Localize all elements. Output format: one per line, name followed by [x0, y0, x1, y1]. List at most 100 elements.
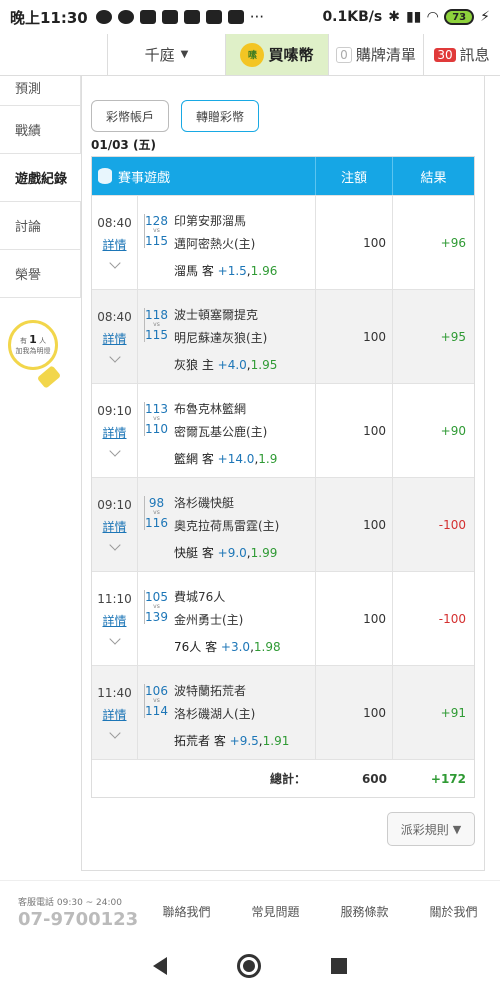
away-team: 印第安那溜馬 — [174, 214, 247, 228]
coin-icon: 嗉 — [240, 42, 265, 67]
network-speed: 0.1KB/s — [322, 9, 383, 25]
details-link[interactable]: 詳情 — [102, 424, 126, 441]
away-score: 98 — [148, 496, 165, 510]
home-team: 金州勇士(主) — [174, 613, 244, 627]
sidebar-item-game-history[interactable]: 遊戲紀錄 — [0, 154, 81, 202]
chevron-down-icon[interactable] — [108, 257, 121, 269]
score-box: 128 vs 115 — [144, 214, 168, 248]
score-box: 113 vs 110 — [144, 402, 168, 436]
messages-label: 訊息 — [459, 46, 490, 64]
row-time-cell: 09:10 詳情 — [92, 384, 138, 477]
pick-team: 溜馬 客 — [174, 264, 214, 278]
caret-down-icon: ▼ — [180, 49, 189, 60]
score-box: 98 vs 116 — [144, 496, 168, 530]
table-rows: 08:40 詳情 128 vs 115 印第安那溜馬 邁阿密熱火(主) 溜馬 客 +1.5,1… — [92, 195, 474, 759]
bulb-count: 1 — [29, 332, 37, 346]
sidebar-item-label: 戰績 — [15, 124, 42, 139]
user-name: 千庭 — [144, 46, 175, 64]
home-score: 116 — [145, 516, 168, 530]
pick-odds: 1.9 — [258, 452, 278, 466]
sidebar-item-discussion[interactable]: 討論 — [0, 202, 81, 250]
bet-pick: 拓荒者 客 +9.5,1.91 — [174, 734, 290, 748]
header-game-label: 賽事遊戲 — [118, 170, 171, 186]
row-bet-cell: 100 — [316, 666, 393, 759]
messages-button[interactable]: 30 訊息 — [424, 34, 500, 75]
teams: 布魯克林籃網 密爾瓦基公鹿(主) — [174, 398, 267, 444]
buy-coins-button[interactable]: 嗉 買嗉幣 — [226, 34, 328, 75]
footer-link-about[interactable]: 關於我們 — [409, 903, 498, 920]
away-team: 洛杉磯快艇 — [174, 496, 235, 510]
game-time: 11:10 — [97, 592, 132, 606]
back-icon[interactable] — [153, 957, 167, 975]
hotline-phone[interactable]: 07-9700123 — [18, 909, 138, 930]
chevron-down-icon[interactable] — [108, 351, 121, 363]
top-bar-spacer — [0, 34, 108, 75]
sidebar-item-label: 遊戲紀錄 — [15, 172, 68, 187]
total-result: +172 — [430, 771, 466, 786]
header-bet: 注額 — [316, 157, 393, 195]
footer-link-terms[interactable]: 服務條款 — [320, 903, 409, 920]
score-box: 105 vs 139 — [144, 590, 168, 624]
details-link[interactable]: 詳情 — [102, 518, 126, 535]
footer-link-faq[interactable]: 常見問題 — [231, 903, 320, 920]
pick-spread: +9.5 — [229, 734, 259, 748]
details-link[interactable]: 詳情 — [102, 612, 126, 629]
user-menu[interactable]: 千庭 ▼ — [108, 34, 226, 75]
tab-coin-account[interactable]: 彩幣帳戶 — [91, 100, 170, 132]
recents-icon[interactable] — [331, 958, 347, 974]
details-link[interactable]: 詳情 — [102, 236, 126, 253]
lightbulb-icon[interactable]: 有 1 人 加我為明燈 — [8, 320, 58, 370]
away-score: 118 — [145, 308, 168, 322]
header-game: 賽事遊戲 — [92, 157, 316, 195]
details-link[interactable]: 詳情 — [102, 330, 126, 347]
pick-team: 76人 客 — [174, 640, 218, 654]
row-bet-cell: 100 — [316, 196, 393, 289]
bet-pick: 籃網 客 +14.0,1.9 — [174, 452, 278, 466]
chevron-down-icon[interactable] — [108, 727, 121, 739]
payout-rules-label: 派彩規則 — [400, 822, 449, 837]
payout-rules-button[interactable]: 派彩規則 ▼ — [387, 812, 475, 846]
home-team: 邁阿密熱火(主) — [174, 237, 256, 251]
caret-down-icon: ▼ — [452, 822, 462, 836]
bulb-text: 加我為明燈 — [15, 346, 51, 355]
table-row: 08:40 詳情 128 vs 115 印第安那溜馬 邁阿密熱火(主) 溜馬 客 +1.5,1… — [92, 195, 474, 289]
sidebar-item-record[interactable]: 戰績 — [0, 106, 81, 154]
teams: 費城76人金州勇士(主) — [174, 586, 243, 632]
chevron-down-icon[interactable] — [108, 633, 121, 645]
row-result-cell: -100 — [438, 611, 466, 626]
details-link[interactable]: 詳情 — [102, 706, 126, 723]
sidebar-item-predict[interactable]: 預測 — [0, 76, 81, 106]
pick-spread: +3.0 — [220, 640, 251, 654]
hotline-label: 客服電話 09:30 ~ 24:00 — [18, 898, 122, 908]
pick-odds: 1.95 — [250, 358, 278, 372]
cart-button[interactable]: 0 購牌清單 — [328, 34, 424, 75]
bulb-prefix: 有 — [19, 336, 27, 345]
sidebar-item-label: 討論 — [15, 220, 42, 235]
bag-icon — [139, 10, 156, 24]
record-date: 01/03 (五) — [91, 138, 156, 152]
row-game-cell: 98 vs 116 洛杉磯快艇 奧克拉荷馬雷霆(主) 快艇 客 +9.0,1.99 — [138, 478, 316, 571]
row-bet-cell: 100 — [316, 478, 393, 571]
sidebar-item-honor[interactable]: 榮譽 — [0, 250, 81, 298]
chevron-down-icon[interactable] — [108, 539, 121, 551]
home-team: 密爾瓦基公鹿(主) — [174, 425, 268, 439]
home-icon[interactable] — [237, 954, 261, 978]
score-box: 106 vs 114 — [144, 684, 168, 718]
bet-pick: 快艇 客 +9.0,1.99 — [174, 546, 278, 560]
away-team: 波士頓塞爾提克 — [174, 308, 259, 322]
youtube-icon — [161, 10, 178, 24]
away-team: 費城76人 — [174, 590, 226, 604]
chevron-down-icon[interactable] — [108, 445, 121, 457]
teams: 波特蘭拓荒者 洛杉磯湖人(主) — [174, 680, 255, 726]
away-team: 波特蘭拓荒者 — [174, 684, 247, 698]
footer-link-contact[interactable]: 聯絡我們 — [142, 903, 231, 920]
bulb-count-line: 有 1 人 — [19, 332, 46, 346]
wifi-icon: ◠ — [427, 9, 439, 25]
row-time-cell: 08:40 詳情 — [92, 196, 138, 289]
teams: 印第安那溜馬 邁阿密熱火(主) — [174, 210, 255, 256]
cart-label: 購牌清單 — [355, 46, 416, 64]
tab-transfer-coins[interactable]: 轉贈彩幣 — [181, 100, 260, 132]
row-result-cell: +96 — [440, 235, 466, 250]
pick-spread: +4.0 — [217, 358, 247, 372]
bet-pick: 溜馬 客 +1.5,1.96 — [174, 264, 278, 278]
